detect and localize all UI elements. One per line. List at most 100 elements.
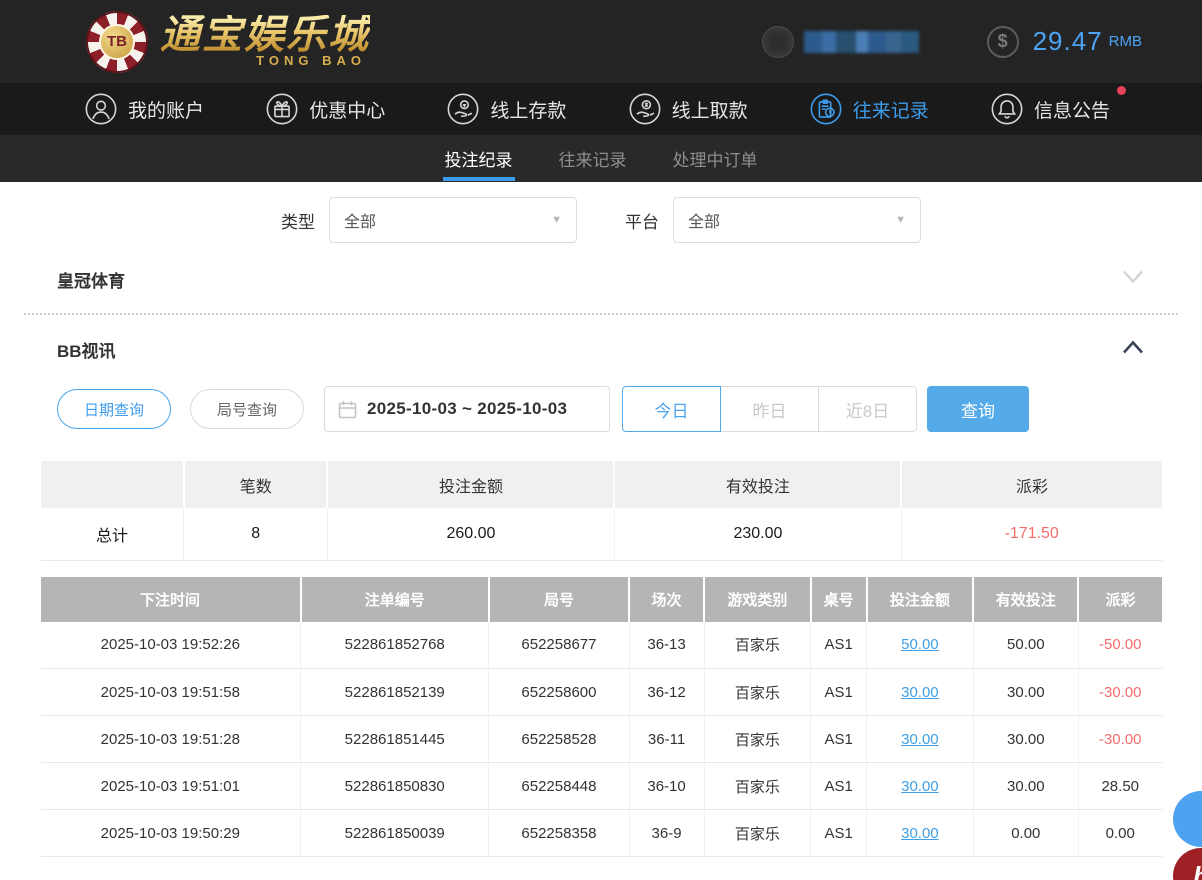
nav-item-withdraw[interactable]: 线上取款 (628, 92, 748, 126)
notification-badge (1116, 86, 1126, 95)
table-cell: 30.00 (973, 762, 1079, 810)
table-cell: 652258677 (488, 621, 630, 669)
calendar-icon (338, 400, 357, 419)
table-row: 2025-10-03 19:51:58 522861852139 652258600… (40, 668, 1162, 716)
nav-item-deposit[interactable]: 线上存款 (446, 92, 566, 126)
table-cell: 652258600 (488, 668, 630, 716)
platform-select[interactable]: 全部 ▼ (673, 197, 921, 243)
nav-item-records[interactable]: 往来记录 (809, 92, 929, 126)
bet-amount-link[interactable]: 50.00 (866, 621, 974, 669)
summary-bet-amount: 260.00 (327, 508, 615, 561)
balance-currency: RMB (1108, 33, 1142, 50)
gift-icon (266, 93, 298, 125)
username-masked (803, 30, 919, 53)
table-cell: 2025-10-03 19:51:58 (40, 668, 302, 716)
chevron-up-icon (1121, 339, 1145, 360)
payout-cell: 0.00 (1078, 809, 1162, 857)
summary-count: 8 (183, 508, 328, 561)
table-cell: 百家乐 (704, 809, 812, 857)
table-row: 2025-10-03 19:50:29 522861850039 652258358… (40, 809, 1162, 857)
bet-amount-link[interactable]: 30.00 (866, 809, 974, 857)
col-game-type: 游戏类别 (704, 576, 812, 622)
section-crown-sports[interactable]: 皇冠体育 (57, 267, 1145, 292)
bet-amount-link[interactable]: 30.00 (866, 762, 974, 810)
top-header: TB 通宝娱乐城 TONG BAO $ 29.47 RMB (0, 0, 1202, 83)
section-bb-live[interactable]: BB视讯 (57, 337, 1145, 362)
col-order-id: 注单编号 (300, 576, 490, 622)
round-query-button[interactable]: 局号查询 (190, 389, 305, 429)
col-table-no: 桌号 (810, 576, 868, 622)
table-row: 2025-10-03 19:51:28 522861851445 652258528… (40, 715, 1162, 763)
table-cell: 36-10 (629, 762, 705, 810)
bet-amount-link[interactable]: 30.00 (866, 715, 974, 763)
site-logo[interactable]: TB 通宝娱乐城 TONG BAO (86, 10, 370, 73)
dollar-coin-icon: $ (986, 25, 1019, 58)
col-bet-amount: 投注金额 (866, 576, 975, 622)
main-nav: 我的账户 优惠中心 线上存款 线上取款 往来记录 信息公告 (0, 83, 1202, 135)
today-button[interactable]: 今日 (622, 386, 722, 432)
platform-filter-label: 平台 (625, 212, 659, 232)
summary-table: 笔数 投注金额 有效投注 派彩 总计 8 260.00 230.00 -171.… (0, 461, 1202, 561)
table-cell: 2025-10-03 19:51:28 (40, 715, 302, 763)
table-cell: 36-12 (629, 668, 705, 716)
summary-header-bet-amount: 投注金额 (327, 461, 616, 508)
filter-row: 类型 全部 ▼ 平台 全部 ▼ (0, 182, 1202, 243)
col-payout: 派彩 (1078, 576, 1162, 622)
chip-core: TB (99, 23, 135, 60)
payout-cell: -30.00 (1078, 668, 1162, 716)
table-cell: 百家乐 (704, 621, 812, 669)
service-icon: b (1193, 861, 1202, 880)
table-cell: 0.00 (973, 809, 1079, 857)
payout-cell: -50.00 (1078, 621, 1162, 669)
withdraw-icon (629, 93, 661, 125)
tab-transaction-records[interactable]: 往来记录 (557, 135, 629, 182)
summary-header-blank (40, 461, 185, 508)
type-select[interactable]: 全部 ▼ (329, 197, 577, 243)
chevron-down-icon: ▼ (551, 214, 562, 226)
casino-chip-icon: TB (86, 10, 148, 73)
bet-amount-link[interactable]: 30.00 (866, 668, 974, 716)
table-cell: 36-13 (629, 621, 705, 669)
tab-pending-orders[interactable]: 处理中订单 (671, 135, 760, 182)
last-8-days-button[interactable]: 近8日 (818, 386, 918, 432)
bet-records-table: 下注时间 注单编号 局号 场次 游戏类别 桌号 投注金额 有效投注 派彩 202… (0, 576, 1202, 857)
table-cell: 百家乐 (704, 668, 812, 716)
balance-amount[interactable]: 29.47 (1033, 26, 1103, 57)
search-button[interactable]: 查询 (927, 386, 1030, 432)
summary-total-label: 总计 (40, 508, 185, 561)
date-range-input[interactable]: 2025-10-03 ~ 2025-10-03 (324, 386, 611, 432)
table-cell: AS1 (810, 668, 868, 716)
table-cell: 522861850830 (300, 762, 490, 810)
table-cell: 30.00 (973, 668, 1079, 716)
yesterday-button[interactable]: 昨日 (720, 386, 820, 432)
site-title: 通宝娱乐城 (160, 13, 370, 57)
table-row: 2025-10-03 19:52:26 522861852768 652258677… (40, 621, 1162, 669)
col-session: 场次 (629, 576, 706, 622)
col-bet-time: 下注时间 (40, 576, 302, 622)
table-cell: 2025-10-03 19:51:01 (40, 762, 302, 810)
section-divider (24, 313, 1178, 315)
table-row: 2025-10-03 19:51:01 522861850830 652258448… (40, 762, 1162, 810)
date-query-button[interactable]: 日期查询 (57, 389, 172, 429)
query-bar: 日期查询 局号查询 2025-10-03 ~ 2025-10-03 今日 昨日 … (57, 386, 1145, 432)
chevron-down-icon: ▼ (895, 214, 906, 226)
summary-header-payout: 派彩 (901, 461, 1162, 508)
table-cell: 50.00 (973, 621, 1079, 669)
table-cell: AS1 (810, 621, 868, 669)
record-tabs: 投注纪录 往来记录 处理中订单 (0, 135, 1202, 182)
table-cell: 652258358 (488, 809, 630, 857)
quick-date-group: 今日 昨日 近8日 (622, 386, 918, 432)
table-cell: AS1 (810, 809, 868, 857)
nav-item-promotions[interactable]: 优惠中心 (265, 92, 385, 126)
nav-item-my-account[interactable]: 我的账户 (84, 92, 204, 126)
tab-bet-records[interactable]: 投注纪录 (442, 135, 515, 182)
summary-header-count: 笔数 (183, 461, 329, 508)
page: TB 通宝娱乐城 TONG BAO $ 29.47 RMB 我的账户 优惠中心 … (0, 0, 1202, 880)
avatar[interactable] (761, 25, 794, 58)
nav-item-announcements[interactable]: 信息公告 (990, 86, 1126, 126)
col-round-id: 局号 (488, 576, 631, 622)
payout-cell: -30.00 (1078, 715, 1162, 763)
table-cell: 36-9 (629, 809, 705, 857)
summary-valid-bet: 230.00 (614, 508, 902, 561)
table-cell: 2025-10-03 19:52:26 (40, 621, 302, 669)
